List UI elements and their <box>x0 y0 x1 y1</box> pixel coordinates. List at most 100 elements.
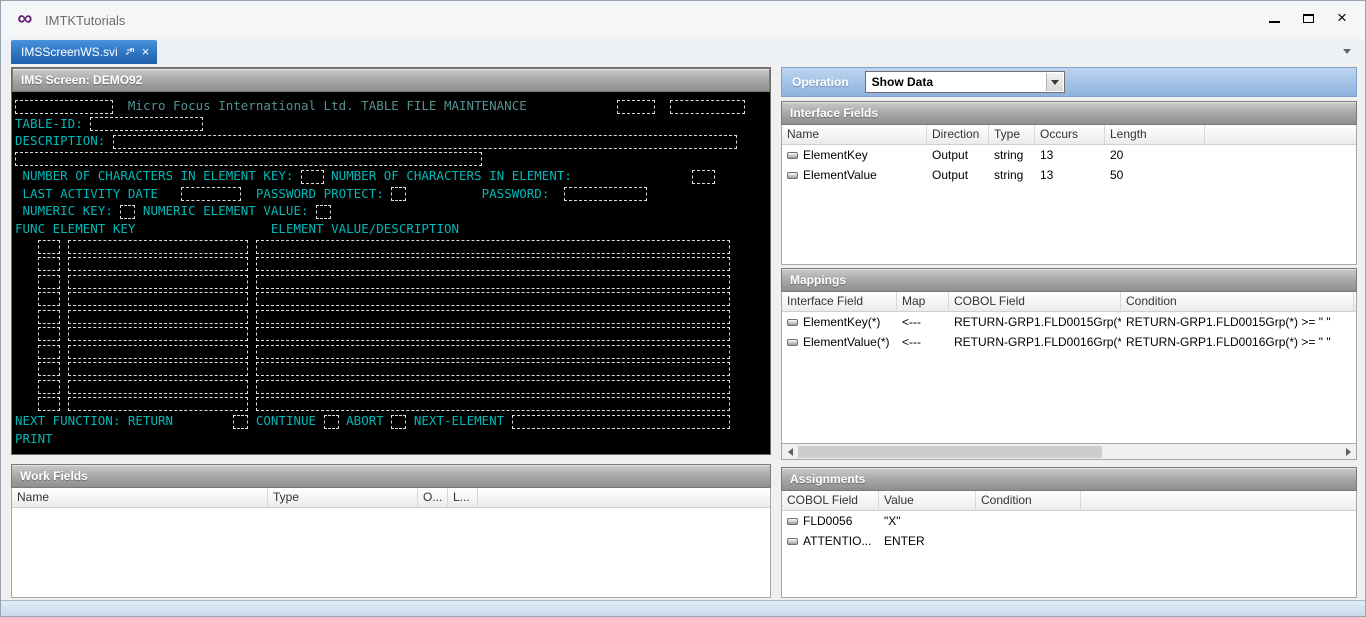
column-header[interactable]: Type <box>268 488 418 508</box>
screen-field[interactable] <box>181 187 241 201</box>
tab-imsscreenws[interactable]: IMSScreenWS.svi × <box>11 40 157 64</box>
screen-field[interactable] <box>15 152 482 166</box>
screen-field[interactable] <box>256 275 730 289</box>
screen-field[interactable] <box>670 100 745 114</box>
ims-terminal[interactable]: Micro Focus International Ltd. TABLE FIL… <box>12 92 770 454</box>
scroll-right-button[interactable] <box>1340 445 1356 459</box>
screen-gap <box>557 186 565 201</box>
screen-field[interactable] <box>256 397 730 411</box>
column-header[interactable]: Interface Field <box>782 292 897 312</box>
window-title: IMTKTutorials <box>45 13 125 28</box>
screen-gap <box>60 396 68 411</box>
title-bar: ∞ IMTKTutorials × <box>1 1 1365 39</box>
screen-field[interactable] <box>233 415 248 429</box>
column-header[interactable]: O... <box>418 488 448 508</box>
screen-field[interactable] <box>512 415 730 429</box>
column-header[interactable]: COBOL Field <box>782 491 879 511</box>
screen-field[interactable] <box>68 257 249 271</box>
screen-field[interactable] <box>68 362 249 376</box>
screen-field[interactable] <box>38 240 61 254</box>
screen-field[interactable] <box>113 135 738 149</box>
screen-field[interactable] <box>38 310 61 324</box>
screen-field[interactable] <box>38 345 61 359</box>
screen-field[interactable] <box>256 310 730 324</box>
screen-field[interactable] <box>256 362 730 376</box>
screen-gap <box>15 238 38 253</box>
column-header[interactable]: Name <box>12 488 268 508</box>
scroll-left-button[interactable] <box>782 445 798 459</box>
screen-field[interactable] <box>256 345 730 359</box>
screen-field[interactable] <box>564 187 647 201</box>
screen-field[interactable] <box>15 100 113 114</box>
screen-field[interactable] <box>68 345 249 359</box>
screen-field[interactable] <box>256 292 730 306</box>
minimize-button[interactable] <box>1257 5 1291 31</box>
screen-field[interactable] <box>256 380 730 394</box>
column-header[interactable]: Direction <box>927 125 989 145</box>
tab-list-dropdown-icon[interactable] <box>1343 49 1351 54</box>
screen-field[interactable] <box>38 275 61 289</box>
screen-gap <box>15 291 38 306</box>
table-row[interactable]: FLD0056"X" <box>782 511 1356 531</box>
screen-field[interactable] <box>68 240 249 254</box>
screen-field[interactable] <box>68 292 249 306</box>
screen-field[interactable] <box>120 205 135 219</box>
assignments-header: Assignments <box>781 467 1357 491</box>
screen-field[interactable] <box>316 205 331 219</box>
screen-field[interactable] <box>38 327 61 341</box>
screen-field[interactable] <box>68 310 249 324</box>
column-header[interactable]: Map <box>897 292 949 312</box>
screen-field[interactable] <box>38 380 61 394</box>
column-header[interactable]: Type <box>989 125 1035 145</box>
mappings-hscrollbar[interactable] <box>781 444 1357 460</box>
screen-field[interactable] <box>68 397 249 411</box>
cell: RETURN-GRP1.FLD0016Grp(*) <box>949 332 1121 352</box>
column-header[interactable]: Name <box>782 125 927 145</box>
screen-field[interactable] <box>391 415 406 429</box>
screen-field[interactable] <box>391 187 406 201</box>
screen-field[interactable] <box>256 327 730 341</box>
column-header[interactable]: COBOL Field <box>949 292 1121 312</box>
column-header[interactable]: Value <box>879 491 976 511</box>
screen-field[interactable] <box>68 275 249 289</box>
cell: ElementKey <box>782 145 927 165</box>
column-header[interactable]: Length <box>1105 125 1205 145</box>
column-header[interactable]: Condition <box>1121 292 1354 312</box>
table-row[interactable]: ElementKey(*)<---RETURN-GRP1.FLD0015Grp(… <box>782 312 1356 332</box>
screen-field[interactable] <box>38 362 61 376</box>
screen-field[interactable] <box>38 292 61 306</box>
screen-gap <box>60 308 68 323</box>
column-header[interactable]: Occurs <box>1035 125 1105 145</box>
operation-select[interactable]: Show Data <box>865 71 1065 93</box>
screen-field[interactable] <box>692 170 715 184</box>
tab-close-icon[interactable]: × <box>142 46 150 58</box>
screen-field[interactable] <box>324 415 339 429</box>
screen-field[interactable] <box>38 397 61 411</box>
operation-label: Operation <box>792 75 849 89</box>
screen-gap <box>60 378 68 393</box>
screen-field[interactable] <box>256 257 730 271</box>
field-icon <box>787 339 798 346</box>
pin-icon[interactable] <box>125 47 135 57</box>
screen-field[interactable] <box>68 327 249 341</box>
table-row[interactable]: ElementValue(*)<---RETURN-GRP1.FLD0016Gr… <box>782 332 1356 352</box>
cell: RETURN-GRP1.FLD0015Grp(*) <box>949 312 1121 332</box>
screen-field[interactable] <box>256 240 730 254</box>
column-header[interactable]: L... <box>448 488 478 508</box>
combo-dropdown-button[interactable] <box>1046 73 1063 91</box>
screen-field[interactable] <box>68 380 249 394</box>
screen-field[interactable] <box>90 117 203 131</box>
screen-field[interactable] <box>38 257 61 271</box>
screen-text: TABLE-ID: <box>15 116 90 131</box>
screen-text: NUMERIC KEY: <box>15 203 120 218</box>
scrollbar-thumb[interactable] <box>798 446 1102 458</box>
maximize-button[interactable] <box>1291 5 1325 31</box>
screen-gap <box>248 343 256 358</box>
screen-field[interactable] <box>617 100 655 114</box>
table-row[interactable]: ATTENTIO...ENTER <box>782 531 1356 551</box>
close-button[interactable]: × <box>1325 5 1359 31</box>
table-row[interactable]: ElementValueOutputstring1350 <box>782 165 1356 185</box>
screen-field[interactable] <box>301 170 324 184</box>
column-header[interactable]: Condition <box>976 491 1081 511</box>
table-row[interactable]: ElementKeyOutputstring1320 <box>782 145 1356 165</box>
